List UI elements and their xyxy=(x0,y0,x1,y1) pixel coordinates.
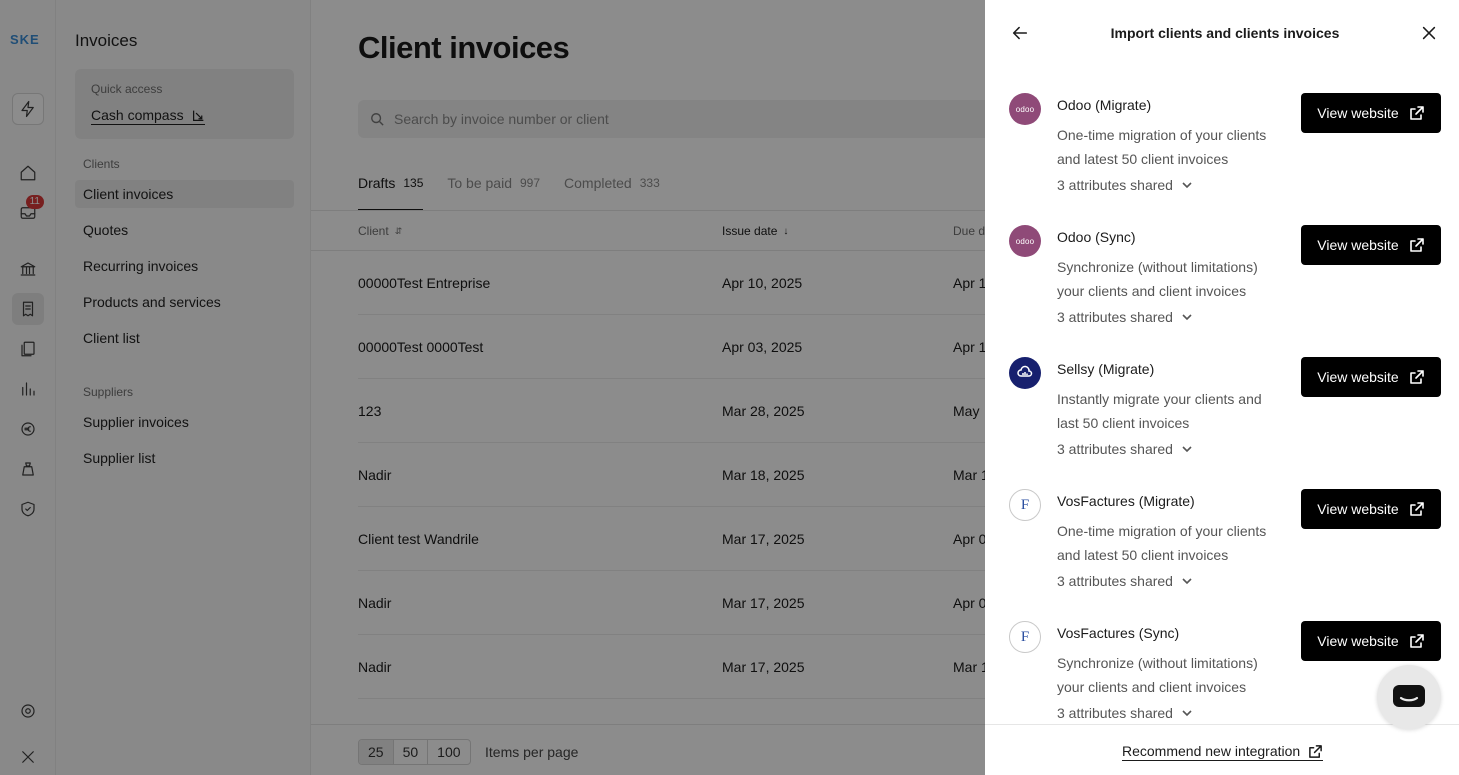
external-link-icon xyxy=(1409,634,1424,648)
integration-name: VosFactures (Sync) xyxy=(1057,625,1180,641)
button-label: View website xyxy=(1317,633,1399,649)
vosfactures-logo-icon: F xyxy=(1009,489,1041,521)
external-link-icon xyxy=(1409,502,1424,516)
chevron-down-icon xyxy=(1182,446,1192,453)
close-button[interactable] xyxy=(1418,22,1440,44)
logo-letter: F xyxy=(1020,496,1030,513)
integration-description: Synchronize (without limitations) your c… xyxy=(1057,655,1258,695)
integration-name: Sellsy (Migrate) xyxy=(1057,361,1155,377)
odoo-logo-icon: odoo xyxy=(1009,225,1041,257)
drawer-header: Import clients and clients invoices xyxy=(985,0,1459,66)
drawer-title: Import clients and clients invoices xyxy=(1110,25,1340,41)
view-website-button[interactable]: View website xyxy=(1301,621,1441,661)
external-link-icon xyxy=(1309,744,1323,758)
integration-description: Synchronize (without limitations) your c… xyxy=(1057,259,1258,299)
attributes-label: 3 attributes shared xyxy=(1057,705,1173,721)
modal-backdrop[interactable] xyxy=(0,0,985,775)
integration-description: One-time migration of your clients and l… xyxy=(1057,523,1267,563)
odoo-logo-icon: odoo xyxy=(1009,93,1041,125)
recommend-label: Recommend new integration xyxy=(1122,743,1301,759)
integration-item: Sellsy (Migrate) Instantly migrate your … xyxy=(985,357,1459,485)
attributes-toggle[interactable]: 3 attributes shared xyxy=(1057,309,1193,325)
attributes-toggle[interactable]: 3 attributes shared xyxy=(1057,441,1193,457)
recommend-integration-link[interactable]: Recommend new integration xyxy=(1122,743,1324,761)
arrow-left-icon xyxy=(1012,26,1028,40)
external-link-icon xyxy=(1409,370,1424,384)
integration-item: odoo Odoo (Sync) Synchronize (without li… xyxy=(985,225,1459,353)
attributes-label: 3 attributes shared xyxy=(1057,441,1173,457)
close-icon xyxy=(1422,26,1436,40)
view-website-button[interactable]: View website xyxy=(1301,357,1441,397)
integration-name: Odoo (Migrate) xyxy=(1057,97,1152,113)
chat-icon xyxy=(1393,685,1425,707)
button-label: View website xyxy=(1317,105,1399,121)
attributes-toggle[interactable]: 3 attributes shared xyxy=(1057,573,1193,589)
attributes-label: 3 attributes shared xyxy=(1057,309,1173,325)
attributes-label: 3 attributes shared xyxy=(1057,177,1173,193)
sellsy-logo-icon xyxy=(1009,357,1041,389)
chevron-down-icon xyxy=(1182,578,1192,585)
chevron-down-icon xyxy=(1182,182,1192,189)
chat-support-button[interactable] xyxy=(1377,665,1441,729)
integration-description: One-time migration of your clients and l… xyxy=(1057,127,1267,167)
import-drawer: Import clients and clients invoices odoo… xyxy=(985,0,1459,775)
view-website-button[interactable]: View website xyxy=(1301,93,1441,133)
integration-name: Odoo (Sync) xyxy=(1057,229,1136,245)
drawer-footer: Recommend new integration xyxy=(985,724,1459,775)
button-label: View website xyxy=(1317,237,1399,253)
attributes-label: 3 attributes shared xyxy=(1057,573,1173,589)
external-link-icon xyxy=(1409,106,1424,120)
view-website-button[interactable]: View website xyxy=(1301,489,1441,529)
attributes-toggle[interactable]: 3 attributes shared xyxy=(1057,177,1193,193)
external-link-icon xyxy=(1409,238,1424,252)
button-label: View website xyxy=(1317,369,1399,385)
back-button[interactable] xyxy=(1009,22,1031,44)
integration-item: odoo Odoo (Migrate) One-time migration o… xyxy=(985,93,1459,221)
chevron-down-icon xyxy=(1182,710,1192,717)
chevron-down-icon xyxy=(1182,314,1192,321)
integration-description: Instantly migrate your clients and last … xyxy=(1057,391,1262,431)
attributes-toggle[interactable]: 3 attributes shared xyxy=(1057,705,1193,721)
integration-item: F VosFactures (Migrate) One-time migrati… xyxy=(985,489,1459,617)
logo-letter: F xyxy=(1020,628,1030,645)
view-website-button[interactable]: View website xyxy=(1301,225,1441,265)
vosfactures-logo-icon: F xyxy=(1009,621,1041,653)
integration-name: VosFactures (Migrate) xyxy=(1057,493,1195,509)
button-label: View website xyxy=(1317,501,1399,517)
